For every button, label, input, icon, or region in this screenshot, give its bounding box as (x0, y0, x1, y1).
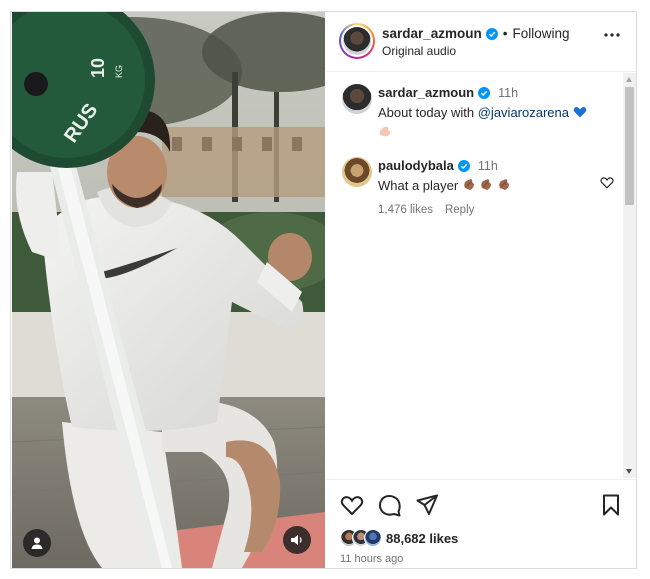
clapping-hands-icon (464, 179, 474, 190)
post-header: sardar_azmoun • Following Original audio (326, 12, 636, 72)
blue-heart-icon (573, 107, 586, 118)
mention-link[interactable]: @javiarozarena (478, 105, 569, 120)
audio-link[interactable]: Original audio (382, 44, 456, 58)
post-timestamp[interactable]: 11 hours ago (340, 553, 403, 565)
comment-icon[interactable] (378, 494, 401, 517)
comment-like-count[interactable]: 1,476 likes (378, 204, 433, 216)
author-row: sardar_azmoun • Following (382, 26, 570, 41)
post-video[interactable]: 10 KG RUS (12, 12, 325, 568)
comment-username[interactable]: sardar_azmoun (378, 85, 474, 100)
share-icon[interactable] (416, 494, 438, 516)
commenter-avatar[interactable] (342, 157, 372, 187)
comment-text-body: What a player (378, 178, 459, 193)
plate-unit-label: KG (114, 65, 124, 78)
comment-time[interactable]: 11h (498, 86, 518, 100)
user-icon (31, 537, 43, 549)
user-tags-button[interactable] (23, 529, 51, 557)
comments-scrollbar[interactable] (623, 73, 636, 478)
likes-row[interactable]: 88,682 likes (340, 529, 458, 547)
more-options-icon[interactable] (604, 33, 620, 37)
caption-text-body: About today with (378, 105, 478, 120)
separator-dot: • (502, 26, 508, 41)
likes-count[interactable]: 88,682 likes (386, 531, 458, 546)
verified-badge-icon (478, 86, 491, 99)
speaker-icon (291, 535, 302, 545)
liker-avatar (364, 529, 382, 547)
clapping-hands-icon (499, 179, 510, 190)
author-username[interactable]: sardar_azmoun (382, 26, 482, 41)
verified-badge-icon (457, 159, 470, 172)
scroll-thumb[interactable] (625, 87, 634, 205)
reply-button[interactable]: Reply (445, 204, 474, 216)
audio-toggle-button[interactable] (283, 526, 311, 554)
comment-time[interactable]: 11h (478, 159, 498, 173)
bookmark-icon[interactable] (602, 494, 620, 516)
post-actions: 88,682 likes 11 hours ago (326, 479, 636, 568)
scroll-down-arrow-icon[interactable] (626, 469, 632, 474)
author-avatar[interactable] (339, 23, 375, 59)
scroll-up-arrow-icon[interactable] (626, 77, 632, 82)
clapping-hands-icon (481, 179, 492, 190)
caption-author-avatar[interactable] (342, 84, 372, 114)
video-frame: 10 KG RUS (12, 12, 325, 568)
comments-list: sardar_azmoun 11h About today with @javi… (326, 73, 622, 478)
comment-text: What a player (378, 177, 608, 194)
plate-weight-label: 10 (88, 58, 108, 78)
heart-icon[interactable] (340, 494, 364, 516)
post-side-panel: sardar_azmoun • Following Original audio… (326, 12, 636, 568)
comment-username[interactable]: paulodybala (378, 158, 454, 173)
verified-badge-icon (485, 27, 498, 40)
flexed-biceps-icon (379, 126, 391, 137)
following-button[interactable]: Following (513, 26, 570, 41)
caption-text: About today with @javiarozarena (378, 104, 608, 140)
comment-like-heart-icon[interactable] (600, 176, 614, 189)
